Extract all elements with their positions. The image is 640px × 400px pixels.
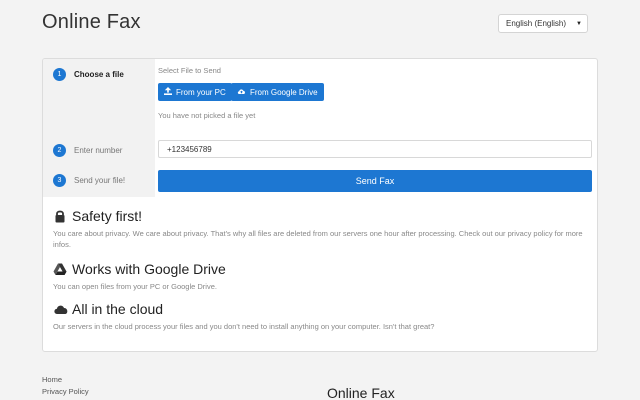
feature-title: Works with Google Drive [72, 261, 226, 277]
feature-google-drive: Works with Google Drive You can open fil… [53, 261, 587, 292]
footer-links: Home Privacy Policy [42, 374, 89, 398]
send-fax-button[interactable]: Send Fax [158, 170, 592, 192]
fax-card: 1 Choose a file 2 Enter number 3 Send yo… [42, 58, 598, 352]
step-number: 3 [53, 174, 66, 187]
google-drive-icon [53, 262, 67, 276]
feature-heading: All in the cloud [53, 301, 587, 317]
step-enter-number: 2 Enter number [53, 144, 122, 157]
feature-heading: Works with Google Drive [53, 261, 587, 277]
steps-column: 1 Choose a file 2 Enter number 3 Send yo… [43, 59, 155, 197]
step-label: Send your file! [74, 176, 126, 185]
footer-title: Online Fax [327, 385, 395, 400]
footer-link-privacy-policy[interactable]: Privacy Policy [42, 386, 89, 398]
feature-text: You can open files from your PC or Googl… [53, 282, 217, 291]
cloud-icon [53, 302, 68, 316]
feature-text: You care about privacy. We care about pr… [53, 229, 583, 249]
step-number: 2 [53, 144, 66, 157]
feature-cloud: All in the cloud Our servers in the clou… [53, 301, 587, 332]
fax-number-input[interactable]: +123456789 [158, 140, 592, 158]
page: Online Fax English (English) ▼ 1 Choose … [0, 0, 640, 400]
from-google-drive-button[interactable]: From Google Drive [231, 83, 324, 101]
feature-heading: Safety first! [53, 208, 587, 224]
app-title: Online Fax [42, 11, 141, 33]
step-number: 1 [53, 68, 66, 81]
cloud-upload-icon [237, 87, 246, 97]
step-label: Enter number [74, 146, 123, 155]
lock-icon [53, 209, 67, 223]
feature-title: All in the cloud [72, 301, 164, 317]
feature-title: Safety first! [72, 208, 143, 224]
footer-link-home[interactable]: Home [42, 374, 89, 386]
select-file-label: Select File to Send [158, 66, 221, 75]
from-drive-label: From Google Drive [250, 87, 318, 97]
step-send-file: 3 Send your file! [53, 174, 125, 187]
file-status: You have not picked a file yet [158, 111, 256, 120]
step-label: Choose a file [74, 70, 124, 79]
step-choose-file: 1 Choose a file [53, 68, 124, 81]
feature-safety: Safety first! You care about privacy. We… [53, 208, 587, 250]
from-pc-button[interactable]: From your PC [158, 83, 232, 101]
language-select[interactable]: English (English) ▼ [498, 14, 588, 33]
upload-icon [164, 87, 172, 97]
feature-text: Our servers in the cloud process your fi… [53, 322, 435, 331]
caret-down-icon: ▼ [576, 20, 582, 27]
language-selected-value: English (English) [506, 19, 567, 28]
from-pc-label: From your PC [176, 87, 226, 97]
